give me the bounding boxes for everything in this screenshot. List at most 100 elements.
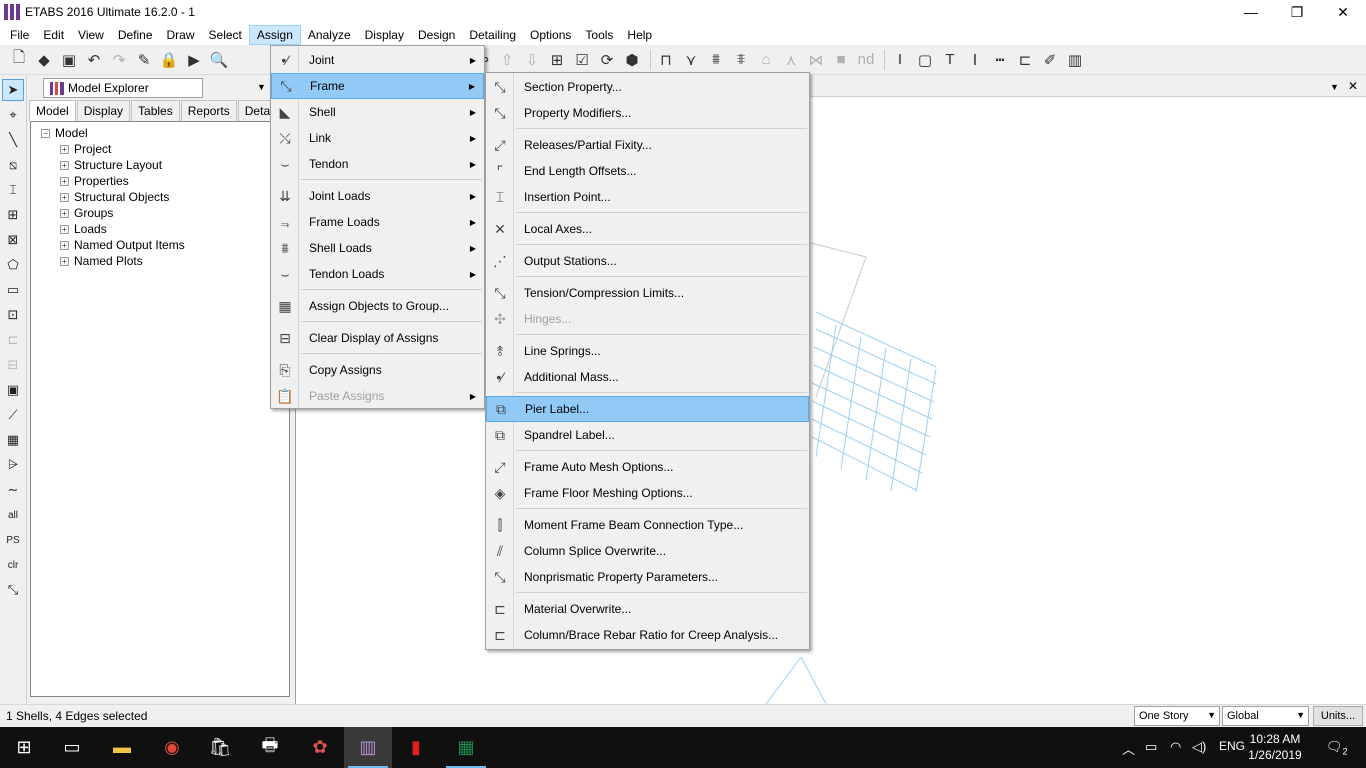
- expand-icon[interactable]: +: [60, 160, 69, 170]
- minimize-button[interactable]: —: [1228, 0, 1274, 24]
- tab-reports[interactable]: Reports: [180, 100, 237, 121]
- menu-item-tension-compression-limits[interactable]: ⤡ Tension/Compression Limits...: [486, 280, 809, 306]
- task-view-icon[interactable]: ▭: [48, 727, 96, 768]
- tab-display[interactable]: Display: [76, 100, 131, 121]
- support-icon[interactable]: ⋎: [680, 49, 702, 71]
- tree-node-named-plots[interactable]: + Named Plots: [31, 253, 289, 269]
- tab-model[interactable]: Model: [29, 100, 76, 121]
- menu-item-end-length-offsets[interactable]: ⌜ End Length Offsets...: [486, 158, 809, 184]
- previous-selection-icon[interactable]: PS: [2, 529, 24, 551]
- reshape-icon[interactable]: ⌖: [2, 104, 24, 126]
- chrome-icon[interactable]: ◉: [148, 727, 196, 768]
- menu-item-property-modifiers[interactable]: ⤡ Property Modifiers...: [486, 100, 809, 126]
- store-icon[interactable]: 🛍: [196, 727, 244, 768]
- windows-start-icon[interactable]: ⊞: [0, 727, 48, 768]
- draw-support-icon[interactable]: ⩥: [2, 454, 24, 476]
- draw-tendon-icon[interactable]: ∼: [2, 479, 24, 501]
- notifications-icon[interactable]: 🗨2: [1326, 739, 1348, 757]
- menu-item-link[interactable]: ⤯ Link ▶: [271, 125, 484, 151]
- chevron-down-icon[interactable]: ▼: [257, 82, 266, 92]
- menu-item-local-axes[interactable]: ✕ Local Axes...: [486, 216, 809, 242]
- select-all-icon[interactable]: ⊞: [546, 49, 568, 71]
- menu-display[interactable]: Display: [358, 25, 411, 45]
- paint-app-icon[interactable]: ✿: [296, 727, 344, 768]
- undo-icon[interactable]: ↶: [83, 49, 105, 71]
- move-down-icon[interactable]: ⇩: [521, 49, 543, 71]
- menu-item-tendon-loads[interactable]: ⌣ Tendon Loads ▶: [271, 261, 484, 287]
- menu-item-spandrel-label[interactable]: ⧉ Spandrel Label...: [486, 422, 809, 448]
- story-select[interactable]: One Story ▼: [1134, 706, 1220, 726]
- menu-draw[interactable]: Draw: [160, 25, 202, 45]
- rotate-view-icon[interactable]: ⟳: [596, 49, 618, 71]
- new-file-icon[interactable]: 🗋: [8, 49, 30, 71]
- menu-item-additional-mass[interactable]: •⁄ Additional Mass...: [486, 364, 809, 390]
- show-hidden-icons-icon[interactable]: ︿: [1122, 739, 1135, 758]
- move-up-icon[interactable]: ⇧: [496, 49, 518, 71]
- expand-icon[interactable]: +: [60, 176, 69, 186]
- menu-edit[interactable]: Edit: [36, 25, 71, 45]
- nd-label[interactable]: nd: [855, 49, 877, 71]
- pointer-icon[interactable]: ➤: [2, 79, 24, 101]
- menu-item-frame[interactable]: ⤡ Frame ▶: [271, 73, 484, 99]
- menu-item-line-springs[interactable]: ⥉ Line Springs...: [486, 338, 809, 364]
- menu-item-nonprismatic-parameters[interactable]: ⤡ Nonprismatic Property Parameters...: [486, 564, 809, 590]
- etabs-taskbar-icon[interactable]: ▥: [344, 727, 392, 768]
- block-icon[interactable]: ■: [830, 49, 852, 71]
- printer-app-icon[interactable]: 🖶: [246, 727, 294, 768]
- menu-item-material-overwrite[interactable]: ⊏ Material Overwrite...: [486, 596, 809, 622]
- pencil-icon[interactable]: ✎: [133, 49, 155, 71]
- menu-item-paste-assigns[interactable]: 📋 Paste Assigns ▶: [271, 383, 484, 409]
- menu-item-insertion-point[interactable]: ⌶ Insertion Point...: [486, 184, 809, 210]
- file-explorer-icon[interactable]: ▬: [98, 727, 146, 768]
- lock-icon[interactable]: 🔒: [158, 49, 180, 71]
- menu-item-assign-objects-to-group[interactable]: ▦ Assign Objects to Group...: [271, 293, 484, 319]
- expand-icon[interactable]: +: [60, 240, 69, 250]
- menu-view[interactable]: View: [71, 25, 111, 45]
- frame-icon[interactable]: ⊓: [655, 49, 677, 71]
- menu-item-tendon[interactable]: ⌣ Tendon ▶: [271, 151, 484, 177]
- menu-item-rebar-ratio-creep[interactable]: ⊏ Column/Brace Rebar Ratio for Creep Anal…: [486, 622, 809, 648]
- draw-polygon-icon[interactable]: ⬠: [2, 254, 24, 276]
- layout-icon[interactable]: ▥: [1064, 49, 1086, 71]
- menu-item-joint-loads[interactable]: ⇊ Joint Loads ▶: [271, 183, 484, 209]
- draw-link-icon[interactable]: ⟋: [2, 404, 24, 426]
- clear-selection-icon[interactable]: clr: [2, 554, 24, 576]
- menu-item-moment-frame-beam-connection[interactable]: ⫿ Moment Frame Beam Connection Type...: [486, 512, 809, 538]
- coordinate-system-select[interactable]: Global ▼: [1222, 706, 1309, 726]
- menu-item-shell[interactable]: ◣ Shell ▶: [271, 99, 484, 125]
- grid-wall-icon[interactable]: ⩨: [730, 49, 752, 71]
- pick-icon[interactable]: ⤡: [2, 579, 24, 601]
- square-icon[interactable]: ▢: [914, 49, 936, 71]
- menu-item-frame-loads[interactable]: ⫬ Frame Loads ▶: [271, 209, 484, 235]
- menu-item-output-stations[interactable]: ⋰ Output Stations...: [486, 248, 809, 274]
- tree-node-groups[interactable]: + Groups: [31, 205, 289, 221]
- menu-assign[interactable]: Assign: [248, 24, 301, 45]
- menu-item-frame-floor-meshing[interactable]: ◈ Frame Floor Meshing Options...: [486, 480, 809, 506]
- menu-item-releases[interactable]: ⤢ Releases/Partial Fixity...: [486, 132, 809, 158]
- bracket-icon[interactable]: ⊏: [1014, 49, 1036, 71]
- expand-icon[interactable]: +: [60, 192, 69, 202]
- view-dropdown-icon[interactable]: ▼: [1330, 82, 1339, 92]
- save-icon[interactable]: ▣: [58, 49, 80, 71]
- select-all-tool-icon[interactable]: all: [2, 504, 24, 526]
- menu-tools[interactable]: Tools: [578, 25, 620, 45]
- wall-icon[interactable]: ⩩: [705, 49, 727, 71]
- tab-tables[interactable]: Tables: [131, 100, 180, 121]
- menu-analyze[interactable]: Analyze: [301, 25, 358, 45]
- text-cursor-icon[interactable]: I: [889, 49, 911, 71]
- expand-icon[interactable]: +: [60, 208, 69, 218]
- clock[interactable]: 10:28 AM 1/26/2019: [1245, 731, 1305, 763]
- tree-node-structural-objects[interactable]: + Structural Objects: [31, 189, 289, 205]
- view-close-icon[interactable]: ✕: [1348, 79, 1358, 93]
- brace-icon[interactable]: ⋏: [780, 49, 802, 71]
- checkbox-icon[interactable]: ☑: [571, 49, 593, 71]
- close-button[interactable]: ✕: [1320, 0, 1366, 24]
- beam-icon[interactable]: T: [939, 49, 961, 71]
- select-frame-icon[interactable]: ⌶: [2, 179, 24, 201]
- menu-item-hinges[interactable]: ✣ Hinges...: [486, 306, 809, 332]
- model-explorer-tab[interactable]: Model Explorer: [43, 78, 203, 98]
- draw-opening-icon[interactable]: ⊟: [2, 354, 24, 376]
- select-window-icon[interactable]: ⧅: [2, 154, 24, 176]
- draw-point-icon[interactable]: ⊡: [2, 304, 24, 326]
- input-language[interactable]: ENG: [1219, 739, 1245, 753]
